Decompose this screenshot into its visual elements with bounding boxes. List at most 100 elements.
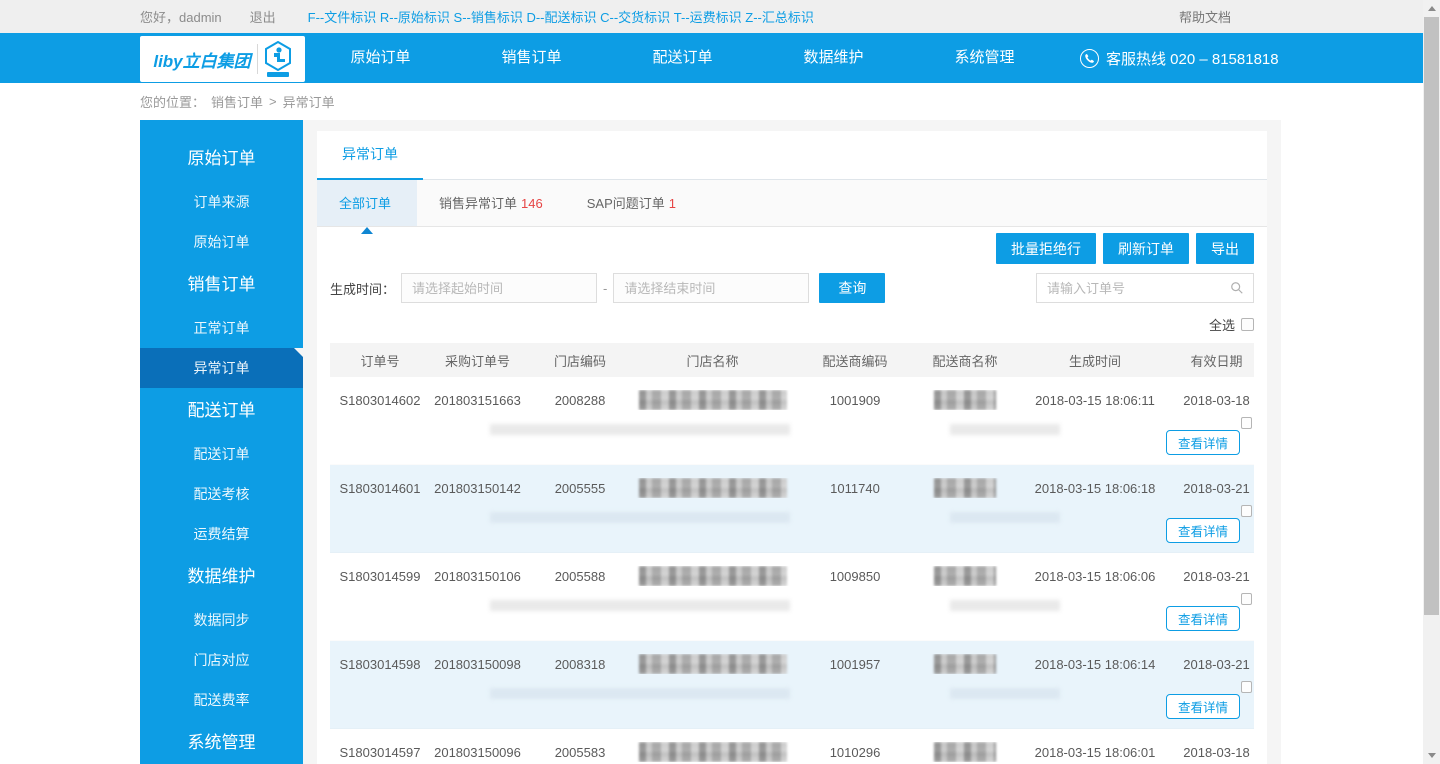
date-range-dash: - (603, 280, 608, 296)
action-toolbar: 批量拒绝行 刷新订单 导出 (317, 227, 1267, 272)
cell-po-no: 201803151663 (434, 392, 521, 408)
view-detail-button[interactable]: 查看详情 (1165, 606, 1240, 631)
page-viewport: 您好，dadmin 退出 F--文件标识 R--原始标识 S--销售标识 D--… (0, 0, 1423, 764)
tab-abnormal-orders[interactable]: 异常订单 (317, 131, 423, 180)
select-all-checkbox[interactable] (1241, 318, 1254, 331)
search-icon (1231, 282, 1243, 294)
redacted-detail-strip (490, 424, 790, 435)
user-greeting: 您好，dadmin (140, 10, 222, 25)
sidebar-item[interactable]: 配送订单 (140, 388, 303, 434)
subtab-bar: 全部订单 销售异常订单 146 SAP问题订单 1 (317, 180, 1267, 234)
cell-store-name-redacted (638, 742, 787, 762)
subtab[interactable]: SAP问题订单 1 (565, 180, 698, 226)
cell-store-code: 2008288 (554, 392, 606, 408)
row-checkbox[interactable] (1241, 681, 1252, 693)
cell-store-code: 2008318 (554, 656, 606, 672)
end-date-field[interactable] (613, 273, 810, 303)
top-utility-bar: 您好，dadmin 退出 F--文件标识 R--原始标识 S--销售标识 D--… (0, 0, 1423, 33)
brand-logo[interactable]: liby立白集团 (140, 36, 305, 82)
table-row: S1803014599 201803150106 2005588 1009850… (330, 553, 1254, 641)
phone-icon (1080, 48, 1099, 68)
logo-divider (256, 44, 258, 74)
sidebar-item[interactable]: 门店对应 (140, 640, 303, 680)
scrollbar-up-arrow[interactable] (1423, 0, 1440, 17)
cell-order-no: S1803014597 (339, 744, 421, 760)
vertical-scrollbar[interactable] (1423, 0, 1440, 764)
toolbar-action-button[interactable]: 批量拒绝行 (996, 233, 1096, 264)
sidebar-item[interactable]: 配送费率 (140, 680, 303, 720)
redacted-detail-strip (490, 512, 790, 523)
table-header-cell: 生成时间 (1068, 353, 1121, 369)
nav-menu-item[interactable]: 系统管理 (909, 33, 1060, 83)
sidebar-item[interactable]: 配送订单 (140, 434, 303, 474)
row-checkbox[interactable] (1241, 593, 1252, 605)
cell-created-time: 2018-03-15 18:06:18 (1034, 480, 1156, 496)
query-button[interactable]: 查询 (819, 273, 886, 303)
cell-store-name-redacted (638, 654, 787, 674)
sidebar-item[interactable]: 运费结算 (140, 514, 303, 554)
redacted-detail-strip (950, 600, 1060, 611)
order-search-input[interactable] (1047, 280, 1230, 296)
select-all-label: 全选 (1208, 318, 1235, 333)
toolbar-action-button[interactable]: 导出 (1196, 233, 1254, 264)
cell-created-time: 2018-03-15 18:06:01 (1034, 744, 1156, 760)
logout-link[interactable]: 退出 (250, 7, 276, 26)
cell-distributor-name-redacted (934, 654, 996, 674)
nav-menu-item[interactable]: 数据维护 (758, 33, 909, 83)
cell-po-no: 201803150142 (434, 480, 521, 496)
row-checkbox[interactable] (1241, 417, 1252, 429)
sidebar-item[interactable]: 配送考核 (140, 474, 303, 514)
cell-store-name-redacted (638, 478, 787, 498)
cell-distributor-code: 1010296 (829, 744, 881, 760)
subtab[interactable]: 销售异常订单 146 (417, 180, 565, 226)
nav-menu: 原始订单 销售订单 配送订单 数据维护 系统管理 (305, 33, 1060, 83)
table-header-cell: 门店名称 (686, 353, 739, 369)
start-date-input[interactable] (412, 280, 589, 296)
sidebar-item[interactable]: 订单来源 (140, 182, 303, 222)
sidebar-item[interactable]: 原始订单 (140, 136, 303, 182)
cell-distributor-code: 1009850 (829, 568, 881, 584)
view-detail-button[interactable]: 查看详情 (1165, 430, 1240, 455)
order-search-field[interactable] (1036, 273, 1254, 303)
view-detail-button[interactable]: 查看详情 (1165, 694, 1240, 719)
cell-store-code: 2005588 (554, 568, 606, 584)
table-header-cell: 配送商名称 (932, 353, 998, 369)
breadcrumb-parent[interactable]: 销售订单 (211, 92, 263, 111)
hotline-text: 客服热线 020 – 81581818 (1106, 50, 1279, 68)
start-date-field[interactable] (401, 273, 598, 303)
cell-po-no: 201803150106 (434, 568, 521, 584)
view-detail-button[interactable]: 查看详情 (1165, 518, 1240, 543)
sidebar-item[interactable]: 正常订单 (140, 308, 303, 348)
subtab[interactable]: 全部订单 (317, 180, 418, 234)
nav-menu-item[interactable]: 销售订单 (456, 33, 607, 83)
toolbar-action-button[interactable]: 刷新订单 (1103, 233, 1189, 264)
main-navbar: liby立白集团 原始订单 销售订单 配送订单 数据维护 系统管理 客服热线 0… (0, 33, 1423, 83)
table-row: S1803014601 201803150142 2005555 1011740… (330, 465, 1254, 553)
row-checkbox[interactable] (1241, 505, 1252, 517)
hexagon-person-icon (264, 41, 292, 77)
scrollbar-down-arrow[interactable] (1423, 747, 1440, 764)
table-row: S1803014597 201803150096 2005583 1010296… (330, 729, 1254, 764)
end-date-input[interactable] (624, 280, 801, 296)
cell-valid-date: 2018-03-21 (1183, 480, 1250, 496)
cell-valid-date: 2018-03-18 (1183, 744, 1250, 760)
sidebar-item[interactable]: 销售订单 (140, 262, 303, 308)
nav-menu-item[interactable]: 原始订单 (305, 33, 456, 83)
sidebar-item[interactable]: 数据维护 (140, 554, 303, 600)
cell-created-time: 2018-03-15 18:06:11 (1035, 392, 1155, 408)
cell-distributor-name-redacted (934, 478, 996, 498)
scrollbar-thumb[interactable] (1424, 17, 1439, 615)
subtab-count-badge: 146 (521, 196, 543, 211)
filter-row: 生成时间： - (317, 272, 1267, 315)
sidebar-item[interactable]: 数据同步 (140, 600, 303, 640)
cell-store-name-redacted (638, 390, 787, 410)
sidebar-item[interactable]: 异常订单 (140, 348, 303, 388)
sidebar-item[interactable]: 原始订单 (140, 222, 303, 262)
help-doc-link[interactable]: 帮助文档 (1179, 7, 1231, 26)
breadcrumb-separator: > (269, 94, 277, 109)
sidebar-item[interactable]: 系统管理 (140, 720, 303, 764)
nav-menu-item[interactable]: 配送订单 (607, 33, 758, 83)
cell-valid-date: 2018-03-21 (1183, 568, 1250, 584)
cell-distributor-name-redacted (934, 390, 996, 410)
logo-text: liby立白集团 (153, 51, 251, 71)
